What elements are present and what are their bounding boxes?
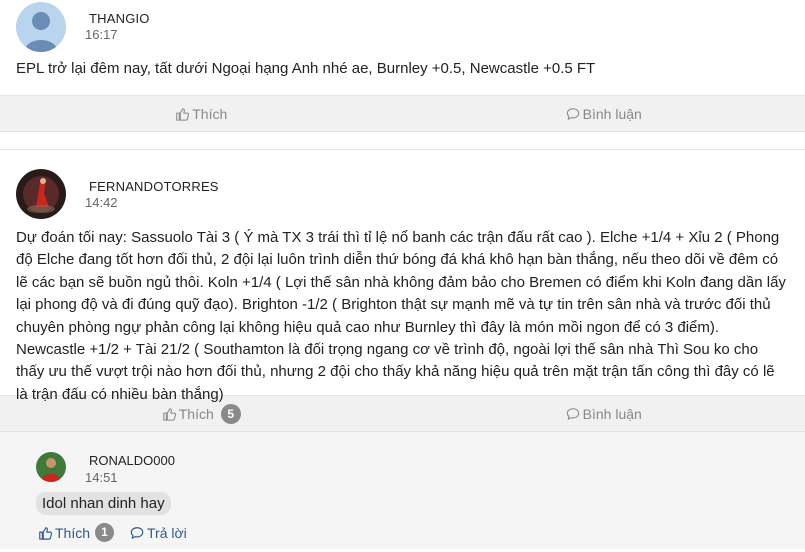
post-actions: Thích 5 Bình luận — [0, 395, 805, 432]
reply-username[interactable]: RONALDO000 — [89, 453, 175, 468]
player-photo-avatar-icon — [36, 452, 66, 482]
reply-content: Idol nhan dinh hay — [36, 492, 171, 515]
reply-to-label: Trả lời — [147, 524, 187, 541]
reply-like-button[interactable]: Thích 1 — [38, 523, 126, 542]
like-button[interactable]: Thích — [0, 96, 403, 131]
reply-comment: RONALDO000 14:51 Idol nhan dinh hay Thíc… — [0, 432, 805, 549]
reply-to-button[interactable]: Trả lời — [130, 525, 187, 541]
post-header: THANGIO 16:17 — [0, 0, 805, 56]
post: THANGIO 16:17 EPL trở lại đêm nay, tất d… — [0, 0, 805, 134]
post-divider — [0, 134, 805, 150]
comment-button[interactable]: Bình luận — [403, 96, 805, 131]
comment-label: Bình luận — [582, 405, 642, 422]
username[interactable]: THANGIO — [89, 11, 150, 26]
comment-icon — [130, 526, 144, 539]
like-label: Thích — [178, 405, 214, 422]
thumbs-up-icon — [39, 526, 52, 540]
like-label: Thích — [192, 105, 228, 122]
player-photo-avatar-icon — [16, 169, 66, 219]
post-content: Dự đoán tối nay: Sassuolo Tài 3 ( Ý mà T… — [16, 229, 786, 403]
thumbs-up-icon — [176, 107, 190, 121]
username[interactable]: FERNANDOTORRES — [89, 179, 219, 194]
post-actions: Thích Bình luận — [0, 95, 805, 132]
user-avatar[interactable] — [16, 2, 66, 52]
like-count-badge: 5 — [220, 403, 241, 424]
comment-icon — [566, 107, 579, 120]
post-time: 16:17 — [85, 27, 118, 42]
user-avatar[interactable] — [16, 169, 66, 219]
reply-like-label: Thích — [55, 524, 91, 541]
reply-actions: Thích 1 Trả lời — [38, 523, 187, 542]
default-user-avatar-icon — [16, 2, 66, 52]
like-button[interactable]: Thích 5 — [0, 396, 403, 431]
post-content: EPL trở lại đêm nay, tất dưới Ngoại hạng… — [16, 60, 596, 77]
thumbs-up-icon — [162, 407, 176, 421]
post-header: FERNANDOTORRES 14:42 — [0, 150, 805, 222]
reply-time: 14:51 — [85, 470, 118, 485]
comment-icon — [566, 407, 579, 420]
comment-label: Bình luận — [582, 105, 642, 122]
post-time: 14:42 — [85, 195, 118, 210]
post: FERNANDOTORRES 14:42 Dự đoán tối nay: Sa… — [0, 150, 805, 432]
reply-avatar[interactable] — [36, 452, 66, 482]
reply-like-count-badge: 1 — [95, 523, 115, 542]
comment-button[interactable]: Bình luận — [403, 396, 805, 431]
